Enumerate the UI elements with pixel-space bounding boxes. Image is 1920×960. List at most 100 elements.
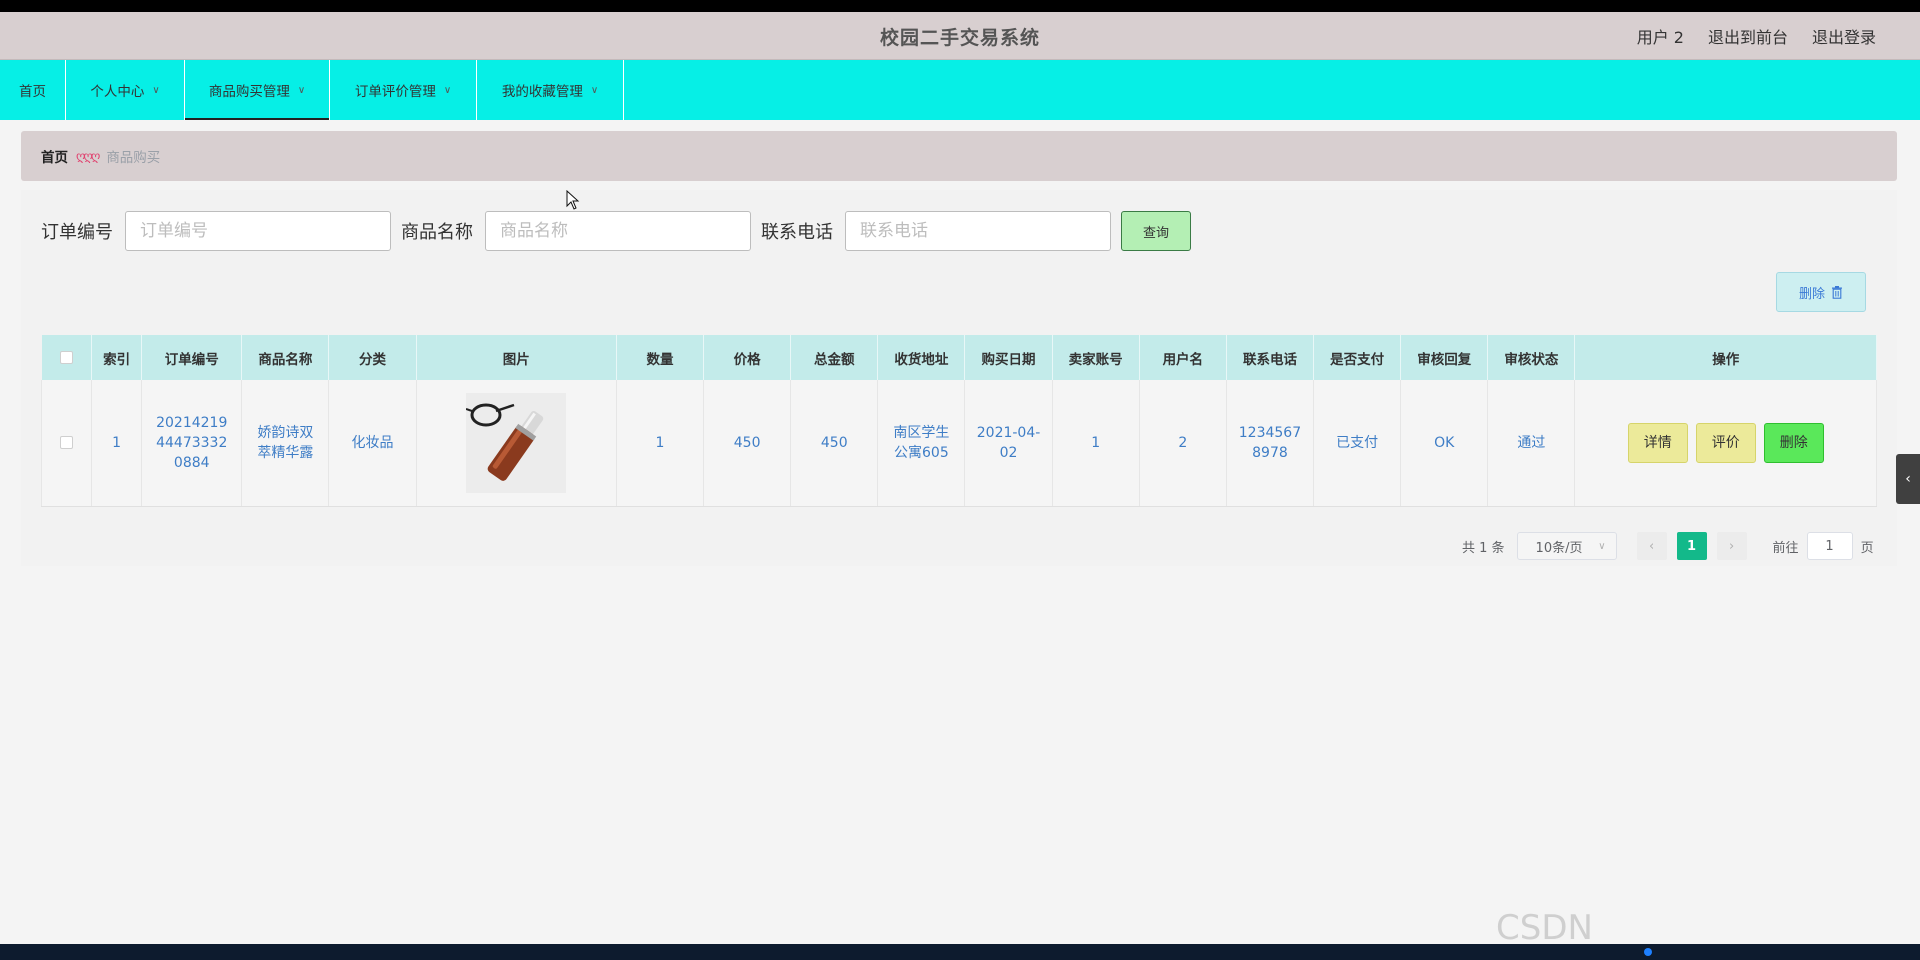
detail-button[interactable]: 详情 <box>1627 422 1688 463</box>
breadcrumb-current: 商品购买 <box>106 150 161 166</box>
column-header: 是否支付 <box>1313 335 1402 380</box>
nav-order-review-label: 订单评价管理 <box>354 84 436 100</box>
taskbar-strip <box>0 944 1920 960</box>
cell-image <box>416 380 617 507</box>
column-header: 订单编号 <box>141 335 243 380</box>
chevron-down-icon: ∨ <box>1598 540 1606 552</box>
goods-name-text: 娇韵诗双萃精华露 <box>257 424 314 461</box>
select-all-checkbox[interactable] <box>59 351 73 364</box>
trash-icon <box>1832 285 1842 299</box>
cell-total: 450 <box>790 380 879 507</box>
cell-quantity: 1 <box>616 380 705 507</box>
cell-date: 2021-04-02 <box>964 380 1053 507</box>
logout-link[interactable]: 退出登录 <box>1812 24 1876 48</box>
column-header: 图片 <box>416 335 617 380</box>
column-header: 分类 <box>328 335 417 380</box>
row-checkbox[interactable] <box>60 436 74 450</box>
order-no-input[interactable]: 订单编号 <box>125 211 391 251</box>
page-size-value: 10条/页 <box>1535 540 1583 556</box>
breadcrumb-separator: ღღღ <box>76 149 100 163</box>
mouse-cursor-icon <box>566 190 580 210</box>
indicator-dot-icon <box>1644 948 1652 956</box>
column-header: 收货地址 <box>877 335 966 380</box>
next-page-button[interactable]: › <box>1716 532 1747 560</box>
batch-delete-label: 删除 <box>1798 286 1825 302</box>
prev-page-button[interactable]: ‹ <box>1636 532 1667 560</box>
chevron-left-icon: ‹ <box>1648 538 1655 554</box>
cell-seller: 1 <box>1052 380 1140 507</box>
chevron-down-icon: ∨ <box>443 84 452 96</box>
breadcrumb-home[interactable]: 首页 <box>41 146 68 166</box>
nav-purchase-management[interactable]: 商品购买管理 ∨ <box>185 60 330 120</box>
search-bar: 订单编号 订单编号 商品名称 商品名称 联系电话 联系电话 查询 <box>41 210 1191 252</box>
page-number-current[interactable]: 1 <box>1676 532 1707 560</box>
table-row: 1 20214219444733320884 娇韵诗双萃精华露 化妆品 1 45… <box>40 380 1877 507</box>
page-size-select[interactable]: 10条/页 ∨ <box>1516 532 1617 560</box>
cell-order-no: 20214219444733320884 <box>141 380 243 507</box>
phone-input[interactable]: 联系电话 <box>845 211 1111 251</box>
column-header: 索引 <box>91 335 143 380</box>
cell-actions: 详情 评价 删除 <box>1574 380 1877 507</box>
cell-paid: 已支付 <box>1313 380 1402 507</box>
chevron-left-icon: ‹ <box>1905 471 1911 487</box>
nav-home-label: 首页 <box>19 84 46 100</box>
phone-label: 联系电话 <box>761 222 833 243</box>
goods-name-label: 商品名称 <box>401 222 473 243</box>
nav-personal-center[interactable]: 个人中心 ∨ <box>66 60 185 120</box>
column-header: 总金额 <box>790 335 879 380</box>
column-header: 联系电话 <box>1226 335 1315 380</box>
select-all-cell <box>41 335 93 380</box>
main-nav: 首页 个人中心 ∨ 商品购买管理 ∨ 订单评价管理 ∨ 我的收藏管理 ∨ <box>0 60 1920 120</box>
nav-order-review-management[interactable]: 订单评价管理 ∨ <box>330 60 477 120</box>
to-front-link[interactable]: 退出到前台 <box>1708 24 1788 48</box>
date-text: 2021-04-02 <box>976 424 1041 461</box>
column-header: 审核状态 <box>1487 335 1576 380</box>
column-header: 数量 <box>616 335 705 380</box>
nav-purchase-management-label: 商品购买管理 <box>208 84 290 100</box>
purchase-table: 索引 订单编号 商品名称 分类 图片 数量 价格 总金额 收货地址 购买日期 卖… <box>40 335 1877 507</box>
delete-row-button[interactable]: 删除 <box>1763 422 1824 463</box>
table-header-row: 索引 订单编号 商品名称 分类 图片 数量 价格 总金额 收货地址 购买日期 卖… <box>41 335 1877 380</box>
nav-favorites-management[interactable]: 我的收藏管理 ∨ <box>477 60 624 120</box>
serum-bottle-image <box>466 392 567 493</box>
column-header: 购买日期 <box>964 335 1053 380</box>
column-header: 操作 <box>1574 335 1877 380</box>
cell-address: 南区学生公寓605 <box>877 380 966 507</box>
cell-username: 2 <box>1139 380 1227 507</box>
column-header: 用户名 <box>1139 335 1227 380</box>
chevron-down-icon: ∨ <box>297 84 306 96</box>
app-window: 校园二手交易系统 用户 2 退出到前台 退出登录 首页 个人中心 ∨ 商品购买管… <box>0 12 1920 944</box>
nav-home[interactable]: 首页 <box>0 60 66 120</box>
row-select-cell <box>40 380 93 507</box>
goto-prefix: 前往 <box>1772 540 1799 556</box>
cell-status: 通过 <box>1487 380 1576 507</box>
watermark: CSDN @nodejava666666 <box>1496 908 1593 944</box>
query-button[interactable]: 查询 <box>1121 211 1191 251</box>
cell-phone: 12345678978 <box>1226 380 1315 507</box>
chevron-right-icon: › <box>1728 538 1735 554</box>
goto-page-input[interactable]: 1 <box>1806 532 1853 560</box>
column-header: 商品名称 <box>241 335 330 380</box>
cell-price: 450 <box>703 380 792 507</box>
top-header: 校园二手交易系统 用户 2 退出到前台 退出登录 <box>0 12 1920 60</box>
phone-text: 12345678978 <box>1238 424 1302 461</box>
column-header: 价格 <box>703 335 792 380</box>
goods-name-input[interactable]: 商品名称 <box>485 211 751 251</box>
nav-personal-center-label: 个人中心 <box>90 84 145 100</box>
chevron-down-icon: ∨ <box>590 84 599 96</box>
total-count: 共 1 条 <box>1462 540 1505 556</box>
row-actions: 详情 评价 删除 <box>1575 422 1876 463</box>
current-user[interactable]: 用户 2 <box>1637 24 1684 48</box>
side-panel-toggle[interactable]: ‹ <box>1896 454 1920 504</box>
column-header: 卖家账号 <box>1052 335 1140 380</box>
order-no-text: 20214219444733320884 <box>156 414 228 471</box>
cell-goods-name: 娇韵诗双萃精华露 <box>241 380 330 507</box>
pagination: 共 1 条 10条/页 ∨ ‹ 1 › 前往 1 页 <box>1462 532 1874 560</box>
review-button[interactable]: 评价 <box>1695 422 1756 463</box>
order-no-label: 订单编号 <box>41 222 113 243</box>
address-text: 南区学生公寓605 <box>893 424 950 461</box>
cell-index: 1 <box>91 380 143 507</box>
breadcrumb: 首页 ღღღ 商品购买 <box>21 131 1897 181</box>
column-header: 审核回复 <box>1400 335 1489 380</box>
batch-delete-button[interactable]: 删除 <box>1776 272 1866 312</box>
